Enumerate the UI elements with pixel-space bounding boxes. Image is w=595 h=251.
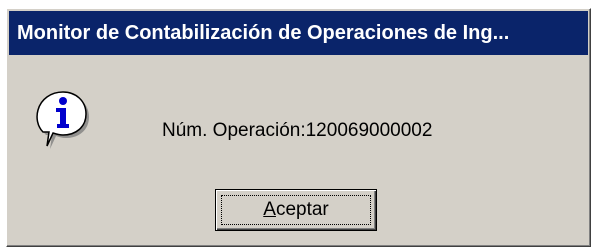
message-dialog: Monitor de Contabilización de Operacione… xyxy=(6,8,591,247)
accept-button-label: Aceptar xyxy=(263,199,329,220)
title-bar[interactable]: Monitor de Contabilización de Operacione… xyxy=(9,11,588,55)
information-icon xyxy=(36,91,89,149)
operation-number-message: Núm. Operación:120069000002 xyxy=(162,120,433,141)
window-title: Monitor de Contabilización de Operacione… xyxy=(17,21,510,44)
accept-button[interactable]: Aceptar xyxy=(215,189,377,231)
dialog-content: Núm. Operación:120069000002 Aceptar xyxy=(7,55,590,246)
